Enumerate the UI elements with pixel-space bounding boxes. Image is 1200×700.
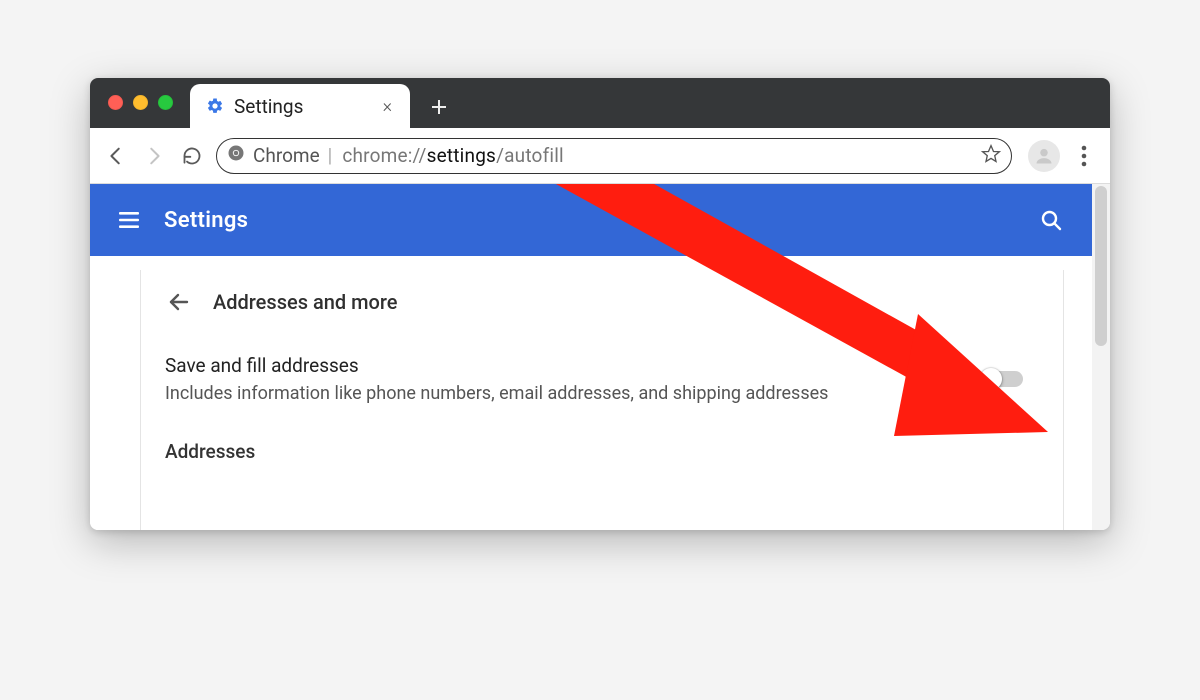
forward-button[interactable] (140, 142, 168, 170)
maximize-window-button[interactable] (158, 95, 173, 110)
setting-text: Save and fill addresses Includes informa… (165, 354, 828, 404)
profile-button[interactable] (1028, 140, 1060, 172)
security-chip: Chrome | (227, 144, 332, 167)
page: Settings Addresses and more Save and fil… (90, 184, 1092, 530)
viewport: Settings Addresses and more Save and fil… (90, 184, 1110, 530)
bookmark-star-icon[interactable] (981, 144, 1001, 168)
gear-icon (206, 97, 224, 115)
url-text: chrome://settings/autofill (342, 144, 564, 167)
toolbar: Chrome | chrome://settings/autofill (90, 128, 1110, 184)
search-button[interactable] (1036, 205, 1066, 235)
close-window-button[interactable] (108, 95, 123, 110)
back-button[interactable] (102, 142, 130, 170)
url-path: /autofill (496, 144, 564, 167)
section-back-button[interactable] (165, 288, 193, 316)
address-bar[interactable]: Chrome | chrome://settings/autofill (216, 138, 1012, 174)
browser-window: Settings × Chrome | chrome://set (90, 78, 1110, 530)
url-host: settings (427, 144, 497, 167)
tab-title: Settings (234, 95, 369, 118)
setting-description: Includes information like phone numbers,… (165, 383, 828, 404)
setting-row-save-addresses: Save and fill addresses Includes informa… (165, 354, 1027, 404)
section-title: Addresses and more (213, 290, 397, 314)
titlebar: Settings × (90, 78, 1110, 128)
close-tab-button[interactable]: × (379, 94, 396, 119)
overflow-menu-button[interactable] (1070, 142, 1098, 170)
window-controls (108, 95, 173, 110)
minimize-window-button[interactable] (133, 95, 148, 110)
section-header: Addresses and more (165, 288, 1027, 316)
subsection-title: Addresses (165, 440, 1027, 463)
app-bar: Settings (90, 184, 1092, 256)
toggle-knob (980, 368, 1002, 390)
vertical-scrollbar[interactable] (1092, 184, 1110, 530)
hamburger-menu-button[interactable] (116, 207, 142, 233)
chrome-icon (227, 144, 245, 167)
settings-panel: Addresses and more Save and fill address… (140, 270, 1064, 530)
scheme-label: Chrome (253, 144, 320, 167)
chip-separator: | (328, 144, 333, 167)
setting-label: Save and fill addresses (165, 354, 828, 377)
reload-button[interactable] (178, 142, 206, 170)
scrollbar-thumb[interactable] (1095, 186, 1107, 346)
browser-tab[interactable]: Settings × (190, 84, 410, 128)
app-bar-title: Settings (164, 208, 1014, 233)
save-addresses-toggle[interactable] (981, 369, 1027, 389)
new-tab-button[interactable] (424, 92, 454, 122)
url-prefix: chrome:// (342, 144, 426, 167)
